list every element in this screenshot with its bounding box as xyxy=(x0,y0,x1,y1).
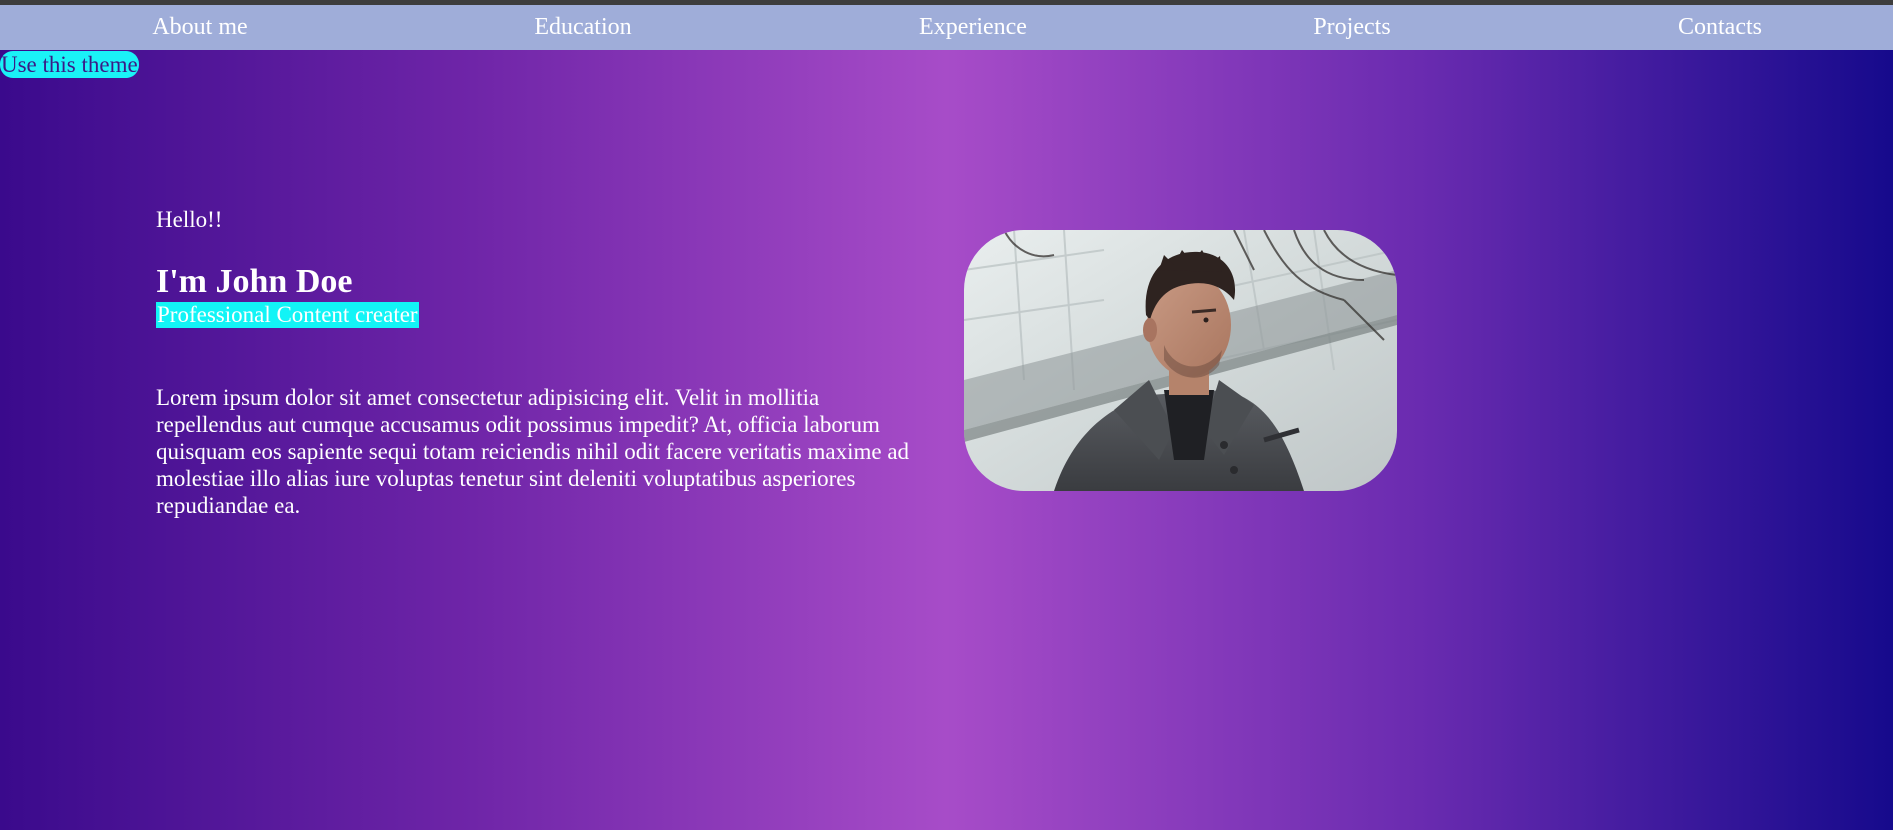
nav-about-me[interactable]: About me xyxy=(152,14,247,41)
top-navbar: About me Education Experience Projects C… xyxy=(0,5,1893,50)
profile-photo xyxy=(964,230,1397,491)
greeting-text: Hello!! xyxy=(156,207,223,232)
nav-education[interactable]: Education xyxy=(534,14,631,41)
nav-contacts[interactable]: Contacts xyxy=(1678,14,1762,41)
hero-description: Lorem ipsum dolor sit amet consectetur a… xyxy=(156,385,910,518)
use-theme-button[interactable]: Use this theme xyxy=(0,51,139,78)
hero-role-badge: Professional Content creater xyxy=(156,302,419,328)
hero-name: I'm John Doe xyxy=(156,263,353,300)
nav-projects[interactable]: Projects xyxy=(1313,14,1390,41)
nav-experience[interactable]: Experience xyxy=(919,14,1027,41)
